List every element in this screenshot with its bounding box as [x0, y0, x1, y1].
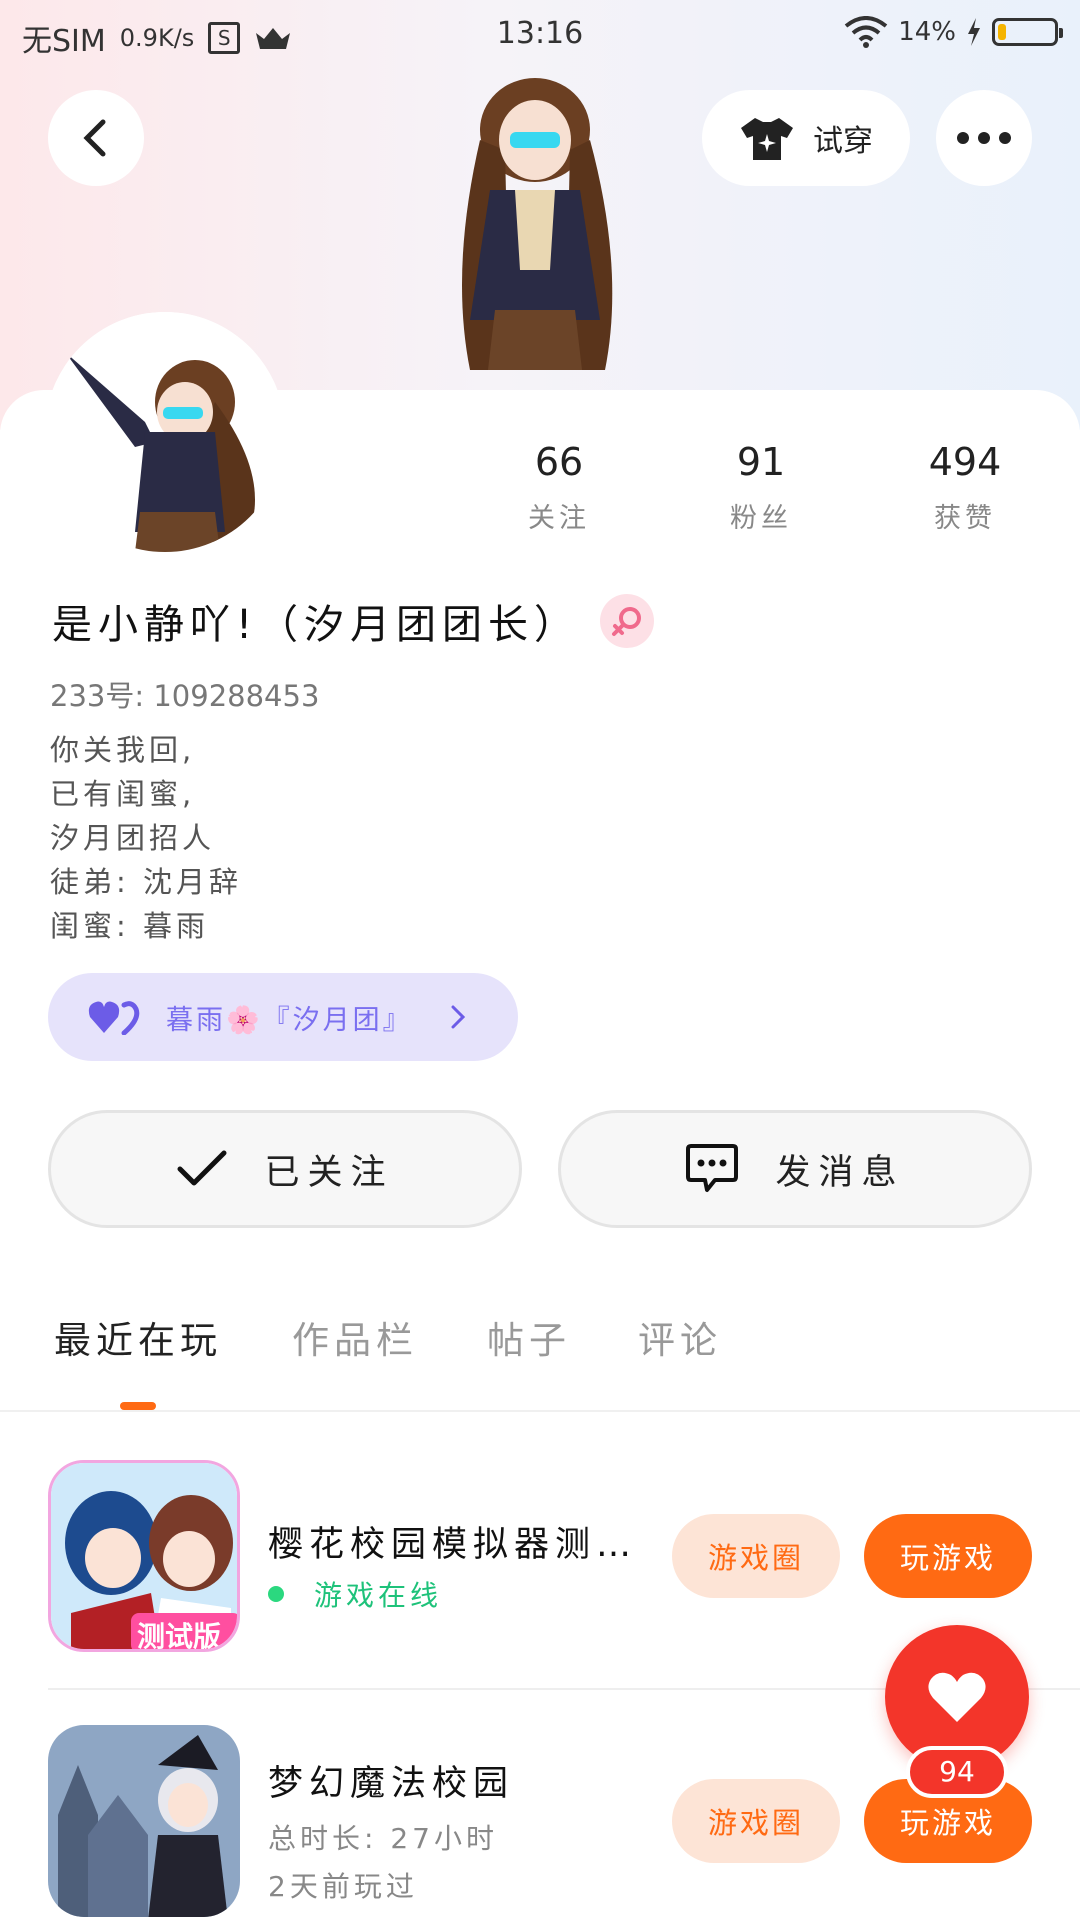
heart-icon [928, 1672, 986, 1722]
try-on-button[interactable]: 试穿 [702, 90, 910, 186]
game-playtime: 总时长: 27小时 [268, 1822, 498, 1855]
tab-works[interactable]: 作品栏 [292, 1310, 418, 1364]
battery-percent-text: 14% [898, 17, 956, 47]
bio-line: 你关我回, [50, 733, 196, 767]
profile-name-row: 是小静吖!（汐月团团长） [52, 592, 655, 650]
more-dots-icon [957, 132, 1011, 144]
active-tab-indicator [120, 1402, 156, 1410]
wifi-icon [844, 16, 888, 48]
magic-campus-game-art [48, 1725, 240, 1917]
battery-icon [992, 18, 1063, 46]
profile-name: 是小静吖!（汐月团团长） [52, 602, 581, 648]
bio-line: 闺蜜: 暮雨 [50, 909, 209, 943]
online-status-text: 游戏在线 [314, 1579, 443, 1612]
followed-label: 已关注 [264, 1152, 394, 1193]
chat-bubble-icon [686, 1144, 739, 1192]
bio-line: 徒弟: 沈月辞 [50, 865, 242, 899]
followed-button[interactable]: 已关注 [48, 1110, 522, 1228]
play-game-button[interactable]: 玩游戏 [864, 1514, 1032, 1598]
game-title[interactable]: 梦幻魔法校园 [268, 1755, 514, 1806]
following-stat[interactable]: 66 关注 [479, 440, 639, 535]
bio-line: 汐月团招人 [50, 821, 216, 855]
game-icon-magic-campus[interactable] [48, 1725, 240, 1917]
chevron-right-icon [451, 1005, 465, 1029]
followers-label: 粉丝 [730, 503, 792, 534]
tab-recently-played[interactable]: 最近在玩 [54, 1310, 222, 1364]
avatar[interactable] [45, 312, 285, 552]
avatar-character-image [45, 312, 285, 552]
game-circle-button[interactable]: 游戏圈 [672, 1779, 840, 1863]
game-last-played: 2天前玩过 [268, 1870, 418, 1903]
status-bar: 无SIM 0.9K/s S 13:16 14% [0, 0, 1080, 70]
tab-posts[interactable]: 帖子 [487, 1310, 571, 1364]
checkmark-icon [177, 1150, 227, 1186]
following-label: 关注 [528, 503, 590, 534]
like-count-badge: 94 [906, 1746, 1008, 1798]
female-gender-icon [600, 594, 655, 648]
bio-line: 已有闺蜜, [50, 777, 196, 811]
following-count: 66 [534, 440, 584, 484]
online-dot [268, 1586, 284, 1602]
shirt-sparkle-icon [741, 118, 793, 160]
followers-count: 91 [736, 440, 786, 484]
tab-comments[interactable]: 评论 [638, 1310, 722, 1364]
character-3d-image [462, 78, 613, 370]
user-id: 233号: 109288453 [50, 679, 320, 713]
double-heart-icon [88, 1001, 140, 1035]
bestie-badge[interactable]: 暮雨🌸『汐月团』 [48, 973, 518, 1061]
game-online-status: 游戏在线 [268, 1574, 442, 1614]
charging-bolt-icon [968, 18, 980, 46]
bestie-badge-label: 暮雨🌸『汐月团』 [166, 1004, 413, 1036]
back-button[interactable] [48, 90, 144, 186]
try-on-label: 试穿 [813, 124, 873, 159]
send-message-button[interactable]: 发消息 [558, 1110, 1032, 1228]
tabs-divider [0, 1410, 1080, 1412]
chevron-left-icon [83, 119, 106, 157]
profile-tabs: 最近在玩 作品栏 帖子 评论 [0, 1310, 1080, 1410]
bio: 你关我回, 已有闺蜜, 汐月团招人 徒弟: 沈月辞 闺蜜: 暮雨 [50, 728, 242, 948]
more-options-button[interactable] [936, 90, 1032, 186]
game-title[interactable]: 樱花校园模拟器测… [268, 1516, 637, 1567]
game-circle-button[interactable]: 游戏圈 [672, 1514, 840, 1598]
test-version-banner: 测试版 [137, 1620, 222, 1652]
game-icon-sakura[interactable]: 测试版 [48, 1460, 240, 1652]
game-list-item[interactable]: 测试版 樱花校园模拟器测… 游戏在线 游戏圈 玩游戏 [0, 1460, 1080, 1660]
likes-received-count: 494 [928, 440, 1002, 484]
likes-received-label: 获赞 [934, 503, 996, 534]
likes-stat[interactable]: 494 获赞 [885, 440, 1045, 535]
send-message-label: 发消息 [775, 1152, 905, 1193]
followers-stat[interactable]: 91 粉丝 [681, 440, 841, 535]
